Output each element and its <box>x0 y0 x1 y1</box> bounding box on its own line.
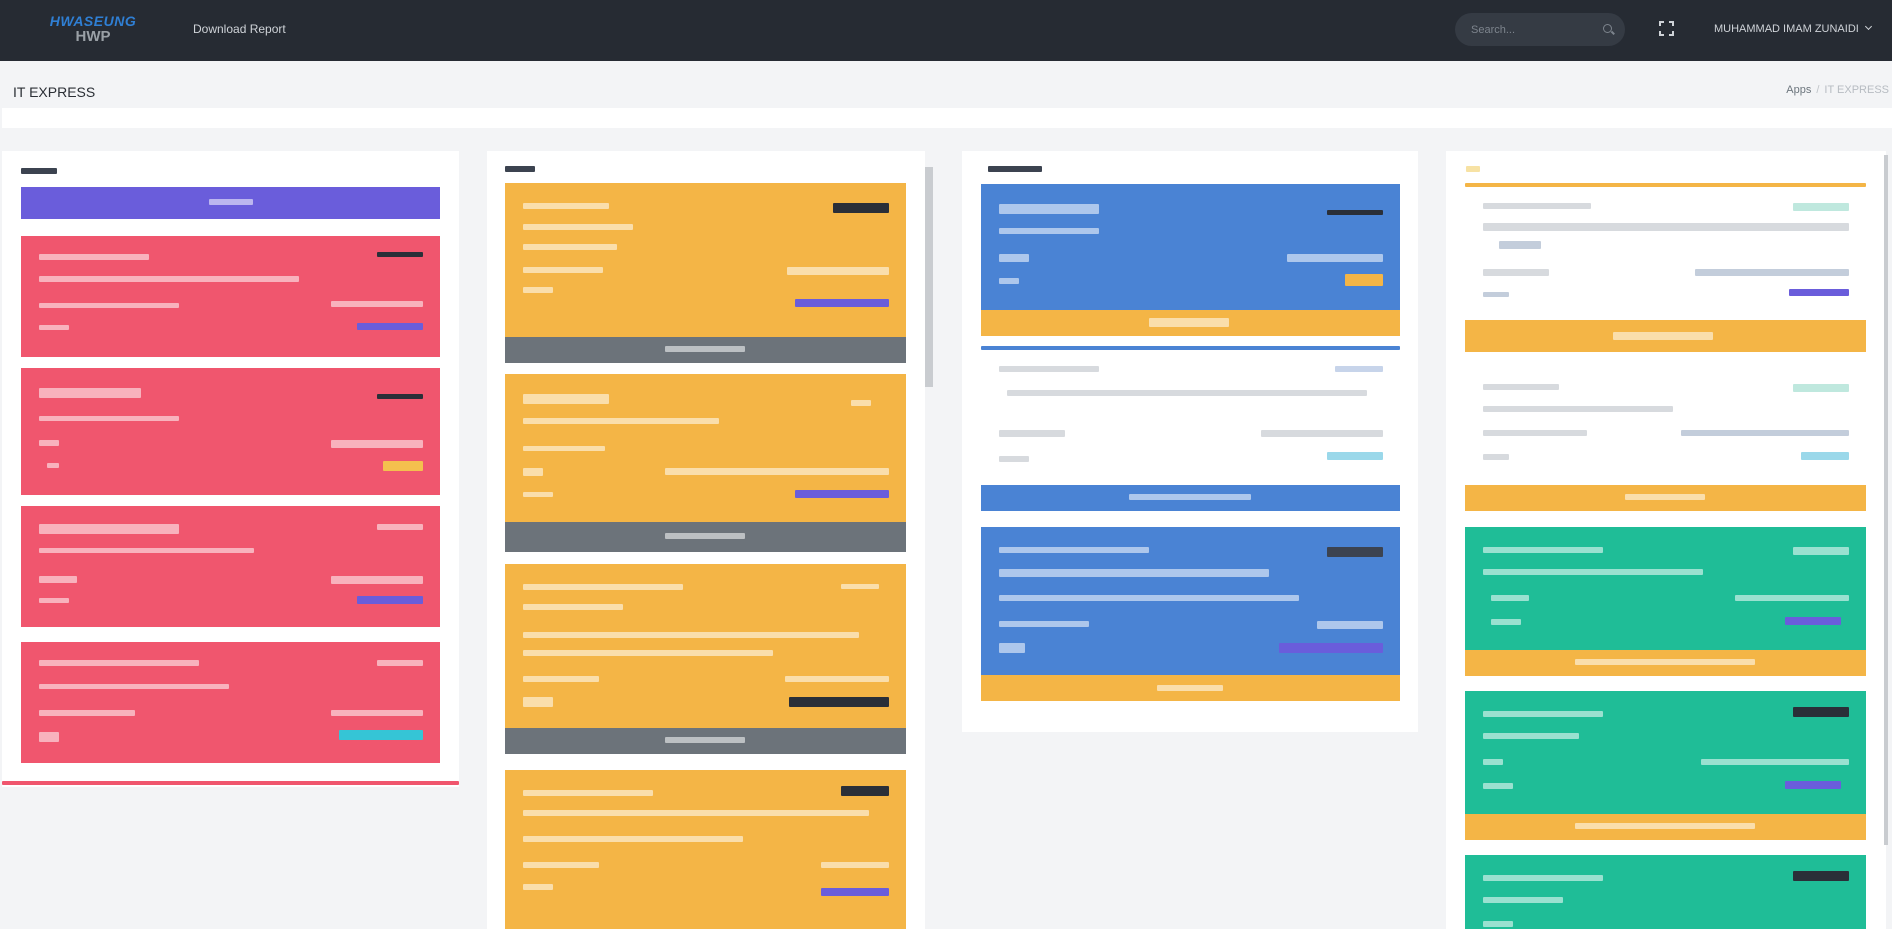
page-title: IT EXPRESS <box>13 84 96 100</box>
column-2-scrollbar[interactable] <box>925 167 933 387</box>
ticket-card[interactable] <box>981 346 1400 511</box>
brand-logo[interactable]: HWASEUNG HWP <box>48 13 138 45</box>
ticket-card[interactable] <box>1465 527 1866 676</box>
ticket-card[interactable] <box>1465 855 1866 929</box>
breadcrumb: Apps / IT EXPRESS <box>1786 84 1889 96</box>
board-column-1 <box>2 151 459 787</box>
download-report-link[interactable]: Download Report <box>193 22 286 36</box>
ticket-card[interactable] <box>505 183 906 363</box>
fullscreen-icon[interactable] <box>1659 21 1674 36</box>
board-column-2 <box>487 151 933 929</box>
search-icon[interactable] <box>1603 24 1612 33</box>
ticket-card[interactable] <box>1465 691 1866 840</box>
ticket-card[interactable] <box>505 564 906 754</box>
board-column-3 <box>962 151 1418 732</box>
ticket-card[interactable] <box>505 770 906 929</box>
brand-logo-line2: HWP <box>75 28 111 45</box>
ticket-card[interactable] <box>505 374 906 552</box>
board-column-4 <box>1446 151 1888 929</box>
breadcrumb-apps[interactable]: Apps <box>1786 84 1811 96</box>
ticket-card[interactable] <box>1465 183 1866 352</box>
ticket-card[interactable] <box>21 236 440 357</box>
breadcrumb-current: IT EXPRESS <box>1824 84 1889 96</box>
search-box <box>1455 13 1625 46</box>
column-4-scrollbar[interactable] <box>1884 155 1888 845</box>
top-navbar: HWASEUNG HWP Download Report MUHAMMAD IM… <box>0 0 1892 61</box>
column-1-header-bar[interactable] <box>21 187 440 219</box>
search-input[interactable] <box>1471 13 1591 46</box>
user-menu[interactable]: MUHAMMAD IMAM ZUNAIDI <box>1714 22 1872 35</box>
brand-logo-line1: HWASEUNG <box>49 13 137 29</box>
ticket-card[interactable] <box>21 368 440 495</box>
ticket-card[interactable] <box>1465 364 1866 511</box>
ticket-card[interactable] <box>981 527 1400 701</box>
filter-strip <box>2 108 1892 128</box>
user-name: MUHAMMAD IMAM ZUNAIDI <box>1714 23 1859 35</box>
ticket-card[interactable] <box>21 642 440 763</box>
ticket-card[interactable] <box>981 184 1400 336</box>
chevron-down-icon <box>1864 22 1872 31</box>
ticket-card[interactable] <box>21 506 440 627</box>
